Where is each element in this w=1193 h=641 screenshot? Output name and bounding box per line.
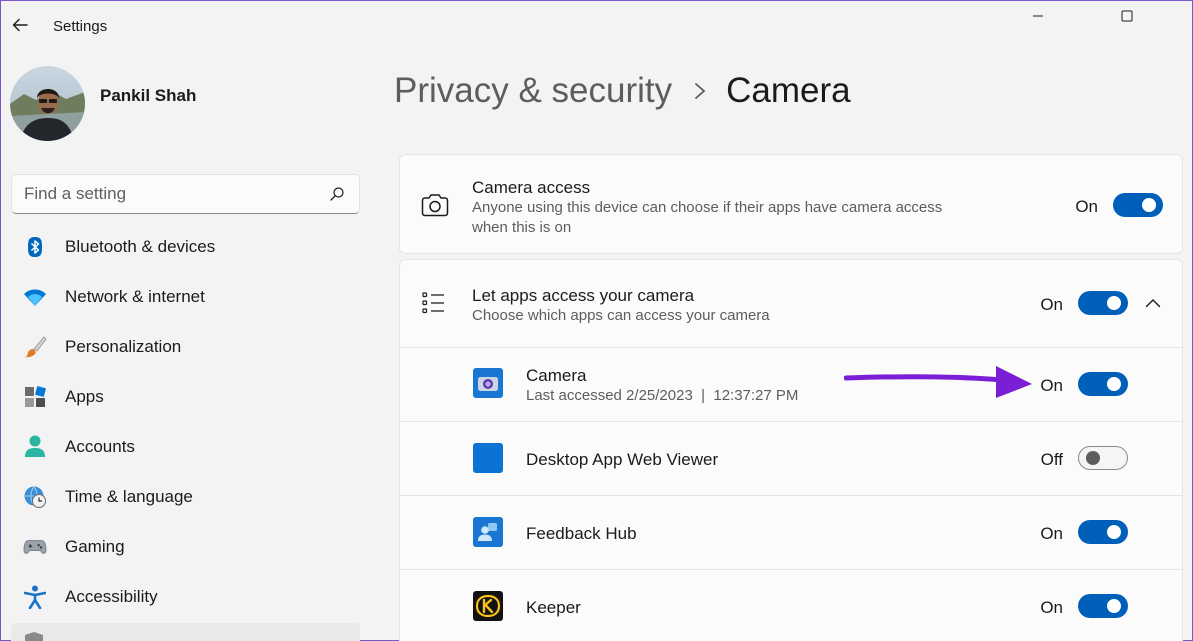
sidebar-item-bluetooth[interactable]: Bluetooth & devices bbox=[11, 222, 360, 272]
app-name: Feedback Hub bbox=[526, 524, 637, 543]
app-row-keeper: Keeper On bbox=[400, 569, 1182, 641]
sidebar-item-label: Accessibility bbox=[65, 587, 158, 606]
chevron-up-icon[interactable] bbox=[1143, 293, 1163, 313]
camera-access-toggle[interactable] bbox=[1113, 193, 1163, 217]
toggle-knob bbox=[1107, 599, 1121, 613]
camera-access-state: On bbox=[1075, 197, 1098, 216]
app-state: On bbox=[1040, 598, 1063, 617]
feedback-hub-toggle[interactable] bbox=[1078, 520, 1128, 544]
sidebar-item-gaming[interactable]: Gaming bbox=[11, 522, 360, 572]
maximize-button[interactable] bbox=[1104, 0, 1150, 32]
apps-access-header-row[interactable]: Let apps access your camera Choose which… bbox=[400, 260, 1182, 347]
title-bar: Settings bbox=[0, 0, 1193, 54]
sidebar-item-label: Bluetooth & devices bbox=[65, 237, 216, 256]
toggle-knob bbox=[1086, 451, 1100, 465]
app-name: Camera bbox=[526, 366, 587, 385]
sidebar-item-accessibility[interactable]: Accessibility bbox=[11, 572, 360, 622]
apps-access-card: Let apps access your camera Choose which… bbox=[399, 259, 1183, 641]
profile-photo-icon bbox=[10, 66, 85, 141]
toggle-knob bbox=[1142, 198, 1156, 212]
sidebar-nav: Bluetooth & devices Network & internet P… bbox=[11, 222, 360, 622]
sidebar-item-personalization[interactable]: Personalization bbox=[11, 322, 360, 372]
sidebar-item-label: Accounts bbox=[65, 437, 135, 456]
camera-app-toggle[interactable] bbox=[1078, 372, 1128, 396]
sidebar-item-network[interactable]: Network & internet bbox=[11, 272, 360, 322]
apps-access-toggle[interactable] bbox=[1078, 291, 1128, 315]
sidebar-item-label: Network & internet bbox=[65, 287, 205, 306]
keeper-icon bbox=[473, 591, 503, 621]
sidebar-item-time-language[interactable]: Time & language bbox=[11, 472, 360, 522]
apps-access-state: On bbox=[1040, 295, 1063, 314]
toggle-knob bbox=[1107, 377, 1121, 391]
app-row-camera: Camera Last accessed 2/25/2023 | 12:37:2… bbox=[400, 347, 1182, 421]
search-box[interactable] bbox=[11, 174, 360, 214]
sidebar-item-label: Time & language bbox=[65, 487, 193, 506]
user-name: Pankil Shah bbox=[100, 86, 197, 105]
accessibility-icon bbox=[23, 585, 47, 609]
minimize-icon bbox=[1033, 15, 1043, 17]
camera-app-icon bbox=[473, 368, 503, 398]
keeper-toggle[interactable] bbox=[1078, 594, 1128, 618]
list-icon bbox=[422, 292, 446, 319]
page-title: Camera bbox=[726, 71, 851, 110]
toggle-knob bbox=[1107, 296, 1121, 310]
app-name: Keeper bbox=[526, 598, 581, 617]
search-input[interactable] bbox=[24, 183, 314, 205]
gamepad-icon bbox=[23, 535, 47, 559]
avatar[interactable] bbox=[10, 66, 85, 141]
app-row-feedback-hub: Feedback Hub On bbox=[400, 495, 1182, 569]
camera-access-card: Camera access Anyone using this device c… bbox=[399, 154, 1183, 254]
apps-icon bbox=[23, 385, 47, 409]
maximize-icon bbox=[1121, 10, 1133, 22]
sidebar-item-label: Gaming bbox=[65, 537, 125, 556]
app-state: On bbox=[1040, 524, 1063, 543]
shield-icon bbox=[23, 631, 45, 641]
sidebar-item-privacy-security[interactable] bbox=[11, 623, 360, 641]
person-icon bbox=[23, 435, 47, 459]
apps-access-title: Let apps access your camera bbox=[472, 286, 695, 305]
sidebar-item-label: Apps bbox=[65, 387, 104, 406]
sidebar-item-accounts[interactable]: Accounts bbox=[11, 422, 360, 472]
sidebar-item-apps[interactable]: Apps bbox=[11, 372, 360, 422]
apps-access-description: Choose which apps can access your camera bbox=[472, 307, 770, 324]
breadcrumb: Privacy & security Camera bbox=[394, 68, 851, 114]
bluetooth-icon bbox=[23, 235, 47, 259]
web-viewer-icon bbox=[473, 443, 503, 473]
back-button[interactable] bbox=[8, 13, 32, 37]
feedback-hub-icon bbox=[473, 517, 503, 547]
sidebar-item-label: Personalization bbox=[65, 337, 182, 356]
camera-access-title: Camera access bbox=[472, 178, 591, 197]
brush-icon bbox=[23, 335, 47, 359]
camera-icon bbox=[421, 193, 449, 222]
app-name: Desktop App Web Viewer bbox=[526, 450, 719, 469]
app-title: Settings bbox=[53, 18, 108, 35]
desktop-web-viewer-toggle[interactable] bbox=[1078, 446, 1128, 470]
app-row-desktop-web-viewer: Desktop App Web Viewer Off bbox=[400, 421, 1182, 495]
camera-access-description: Anyone using this device can choose if t… bbox=[472, 199, 943, 236]
search-icon[interactable] bbox=[329, 186, 345, 202]
minimize-button[interactable] bbox=[1015, 0, 1061, 32]
wifi-icon bbox=[23, 285, 47, 309]
globe-clock-icon bbox=[23, 485, 47, 509]
chevron-right-icon bbox=[694, 82, 706, 100]
annotation-arrow-icon bbox=[844, 366, 1032, 398]
app-state: Off bbox=[1040, 450, 1063, 469]
back-arrow-icon bbox=[12, 18, 28, 32]
toggle-knob bbox=[1107, 525, 1121, 539]
breadcrumb-parent-link[interactable]: Privacy & security bbox=[394, 71, 672, 111]
app-last-accessed: Last accessed 2/25/2023 | 12:37:27 PM bbox=[526, 387, 799, 404]
